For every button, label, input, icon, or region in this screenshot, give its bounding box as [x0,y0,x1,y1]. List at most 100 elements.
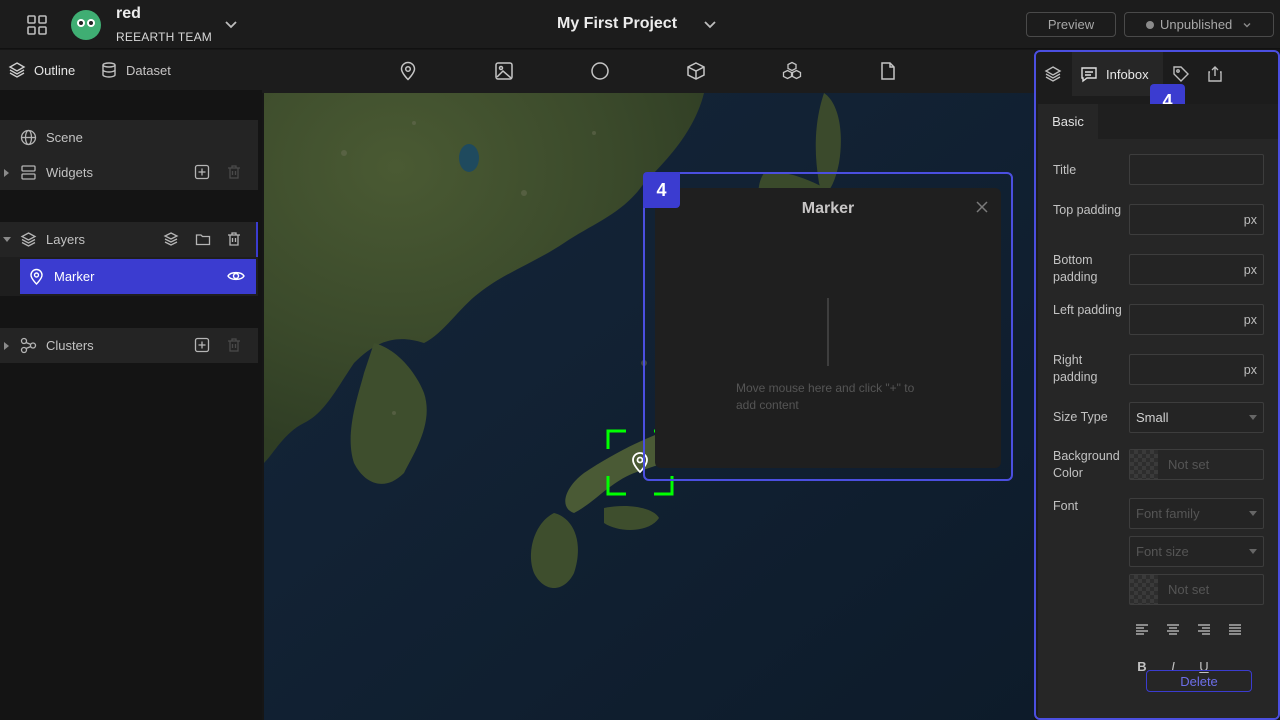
infobox-title: Marker [801,200,855,217]
trash-icon[interactable] [226,164,242,180]
eye-icon[interactable] [227,268,245,284]
text-align-group [1134,621,1243,637]
publish-status-label: Unpublished [1160,17,1233,32]
marker-tool-icon[interactable] [398,61,418,81]
color-value: Not set [1168,582,1210,597]
workspace-avatar[interactable] [71,10,101,40]
tab-dataset[interactable]: Dataset [100,50,190,90]
delete-infobox-button[interactable]: Delete [1146,670,1252,692]
status-dot [1146,20,1154,29]
add-icon[interactable] [194,164,210,180]
outline-item-marker[interactable]: Marker [20,259,256,294]
app-header: red REEARTH TEAM My First Project Previe… [0,0,1280,49]
tab-outline[interactable]: Outline [0,50,90,90]
infobox-icon [1080,65,1098,83]
tab-export[interactable] [1206,52,1226,96]
expand-triangle-icon[interactable] [4,342,9,350]
primitive-toolbar [262,50,1034,93]
align-justify-icon[interactable] [1227,621,1243,637]
database-icon [100,61,118,79]
font-size-placeholder: Font size [1136,544,1189,559]
outline-item-scene[interactable]: Scene [0,120,258,155]
outline-item-label: Marker [54,269,95,284]
size-type-select[interactable]: Small [1129,402,1264,433]
tab-layer-props[interactable] [1044,52,1066,96]
bottom-padding-input[interactable]: px [1129,254,1264,285]
outline-item-clusters[interactable]: Clusters [0,328,258,363]
chevron-down-icon [1249,549,1257,554]
publish-status-button[interactable]: Unpublished [1124,12,1274,37]
globe-icon [20,129,37,146]
outline-item-label: Widgets [46,165,93,180]
unit-label: px [1243,262,1257,277]
close-icon[interactable] [975,200,989,214]
outline-item-label: Clusters [46,338,94,353]
align-right-icon[interactable] [1196,621,1212,637]
title-input[interactable] [1129,154,1264,185]
chevron-down-icon [1249,511,1257,516]
align-center-icon[interactable] [1165,621,1181,637]
add-layer-icon[interactable] [163,231,179,247]
arrow-up-icon [827,298,829,366]
left-padding-input[interactable]: px [1129,304,1264,335]
font-color-picker[interactable]: Not set [1129,574,1264,605]
outline-item-widgets[interactable]: Widgets [0,155,258,190]
left-padding-label: Left padding [1053,303,1122,317]
color-swatch[interactable] [1130,575,1158,604]
marker-icon [28,268,45,285]
preview-button[interactable]: Preview [1026,12,1116,37]
3d-model-tool-icon[interactable] [782,61,802,81]
font-family-select[interactable]: Font family [1129,498,1264,529]
infobox[interactable]: Marker Move mouse here and click "+" to … [655,188,1001,468]
file-tool-icon[interactable] [878,61,898,81]
font-size-select[interactable]: Font size [1129,536,1264,567]
top-padding-label: Top padding [1053,203,1122,217]
outline-item-layers[interactable]: Layers [0,222,258,257]
tab-infobox-label: Infobox [1106,66,1149,82]
color-swatch[interactable] [1130,450,1158,479]
unit-label: px [1243,212,1257,227]
size-type-value: Small [1136,410,1169,425]
property-panel: Infobox 4 Basic Title Top padding px Bot… [1034,50,1280,720]
project-title[interactable]: My First Project [557,15,677,33]
right-padding-label: Right padding [1053,353,1098,384]
delete-label: Delete [1180,673,1218,689]
unit-label: px [1243,362,1257,377]
export-icon [1206,65,1224,83]
title-label: Title [1053,163,1077,177]
trash-icon[interactable] [226,337,242,353]
tab-dataset-label: Dataset [126,62,171,78]
background-color-picker[interactable]: Not set [1129,449,1264,480]
chevron-down-icon [1249,415,1257,420]
right-padding-input[interactable]: px [1129,354,1264,385]
box-tool-icon[interactable] [686,61,706,81]
subtab-basic[interactable]: Basic [1038,104,1098,139]
align-left-icon[interactable] [1134,621,1150,637]
circle-tool-icon[interactable] [590,61,610,81]
dashboard-grid-icon[interactable] [26,14,48,36]
chevron-down-icon[interactable] [222,16,240,34]
cluster-icon [20,337,37,354]
layers-icon [20,231,37,248]
layers-icon [8,61,26,79]
chevron-down-icon [1242,20,1252,30]
tag-icon [1172,65,1190,83]
trash-icon[interactable] [226,231,242,247]
scene-section: Scene Widgets [0,120,258,190]
layers-section: Layers Marker [0,222,258,296]
outline-item-label: Scene [46,130,83,145]
add-icon[interactable] [194,337,210,353]
collapse-triangle-icon[interactable] [3,237,11,242]
folder-icon[interactable] [195,231,211,247]
outline-panel: Scene Widgets Layers Marker Clusters [0,90,262,720]
layers-icon [1044,65,1062,83]
chevron-down-icon[interactable] [700,15,720,35]
top-padding-input[interactable]: px [1129,204,1264,235]
image-tool-icon[interactable] [494,61,514,81]
size-type-label: Size Type [1053,410,1108,424]
clusters-section: Clusters [0,328,258,363]
font-label: Font [1053,499,1079,513]
font-family-placeholder: Font family [1136,506,1200,521]
expand-triangle-icon[interactable] [4,169,9,177]
color-value: Not set [1168,457,1210,472]
